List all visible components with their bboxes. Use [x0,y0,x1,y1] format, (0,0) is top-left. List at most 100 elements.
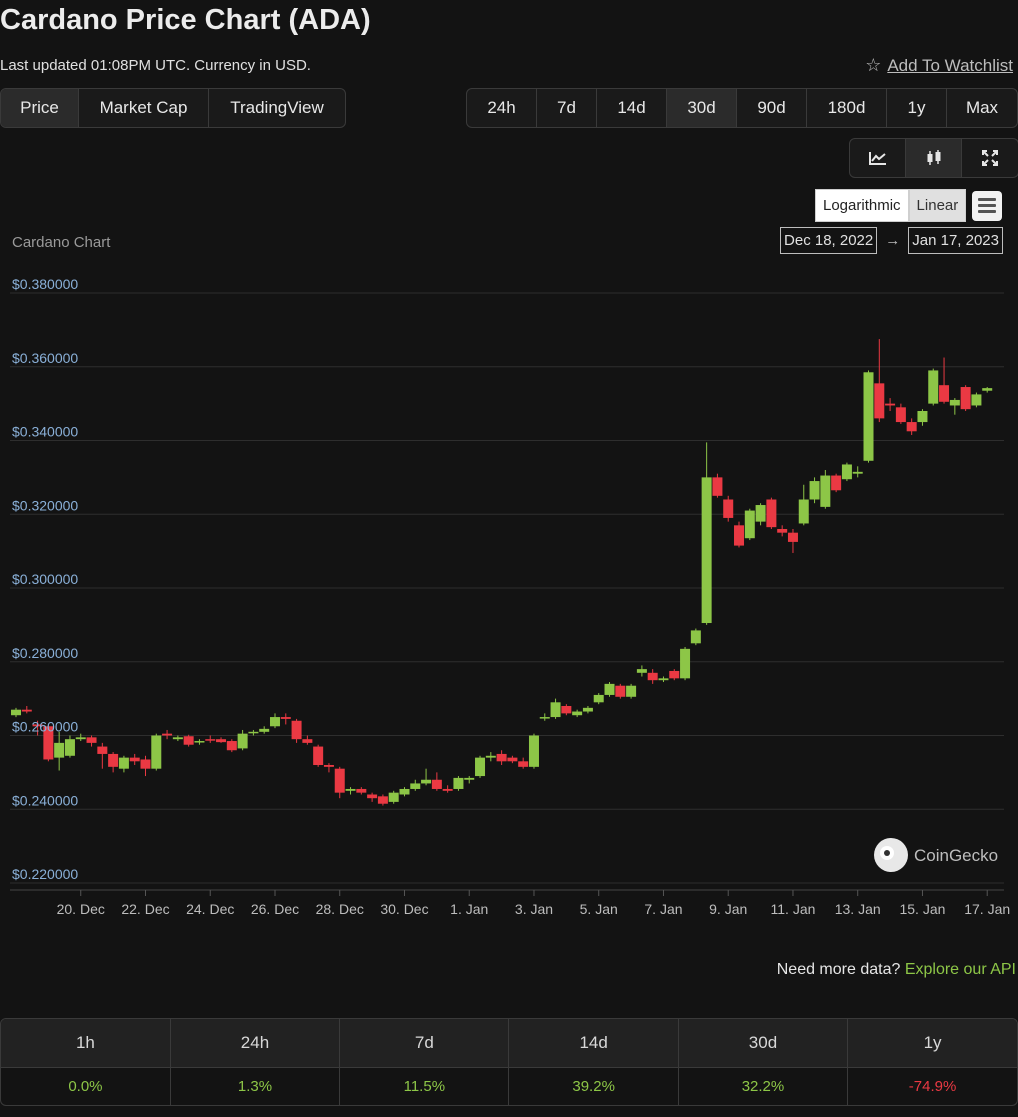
candle-body [345,788,356,791]
candle-body [442,788,453,791]
x-tick-label: 26. Dec [251,901,299,917]
range-7d[interactable]: 7d [537,89,597,127]
stat-header-1h: 1h [1,1019,171,1068]
x-tick-label: 13. Jan [835,901,881,917]
candle-body [939,385,950,402]
price-chart[interactable]: $0.380000 $0.360000 $0.340000 $0.320000 $0.3… [0,225,1018,925]
candle-body [582,707,593,712]
candle-body [194,741,205,743]
explore-api-link[interactable]: Explore our API [905,961,1016,978]
candle-body [615,685,626,697]
range-90d[interactable]: 90d [737,89,807,127]
candle-body [626,685,637,697]
add-to-watchlist-link[interactable]: ☆ Add To Watchlist [865,55,1013,76]
candle-body [216,739,227,743]
candle-body [129,757,140,762]
tab-tradingview[interactable]: TradingView [209,89,345,127]
candle-body [971,394,982,406]
candle-body [86,737,97,743]
x-tick-label: 5. Jan [580,901,618,917]
range-24h[interactable]: 24h [467,89,537,127]
tab-price[interactable]: Price [1,89,79,127]
candle-body [928,370,939,404]
page-title: Cardano Price Chart (ADA) [0,4,371,36]
x-tick-label: 1. Jan [450,901,488,917]
y-tick-label: $0.300000 [12,571,78,587]
candle-body [475,757,486,777]
candle-body [895,407,906,423]
candle-body [64,739,75,756]
stat-value-1h: 0.0% [1,1067,171,1105]
y-tick-label: $0.320000 [12,497,78,513]
candle-body [885,403,896,406]
candle-body [766,499,777,528]
fullscreen-button[interactable] [962,139,1018,177]
chart-menu-button[interactable] [972,190,1003,221]
candle-body [593,694,604,703]
candle-body [820,475,831,507]
candle-body [108,753,119,767]
candle-body [118,757,129,769]
x-tick-label: 7. Jan [644,901,682,917]
x-tick-label: 22. Dec [121,901,169,917]
range-max[interactable]: Max [947,89,1017,127]
candle-body [11,709,21,716]
scale-toggle: Logarithmic Linear [815,189,1003,222]
line-chart-button[interactable] [850,139,906,177]
candle-body [399,788,410,795]
chart-title: Cardano Chart [12,234,111,251]
candle-body [280,717,291,719]
line-chart-icon [868,152,886,165]
tab-market-cap[interactable]: Market Cap [79,89,209,127]
candle-body [162,733,173,736]
x-tick-label: 11. Jan [771,901,816,917]
candle-body [561,706,572,714]
stat-header-14d: 14d [508,1019,679,1068]
candle-body [712,477,723,496]
candle-body [334,768,345,793]
candle-body [647,672,658,681]
fullscreen-icon [982,150,998,166]
candle-body [377,796,388,804]
stat-value-14d: 39.2% [508,1067,679,1105]
candle-body [259,728,270,732]
x-tick-label: 3. Jan [515,901,553,917]
last-updated-text: Last updated 01:08PM UTC. Currency in US… [0,57,311,74]
y-tick-label: $0.380000 [12,276,78,292]
range-1y[interactable]: 1y [887,89,947,127]
star-icon: ☆ [865,55,882,75]
candle-body [507,757,518,762]
stat-header-7d: 7d [339,1019,510,1068]
candle-body [863,372,874,461]
candle-body [97,746,108,754]
candle-body [464,777,475,780]
logarithmic-button[interactable]: Logarithmic [815,189,909,222]
menu-icon-bar [978,210,997,213]
x-tick-label: 15. Jan [899,901,945,917]
linear-button[interactable]: Linear [908,189,967,222]
candle-body [572,711,583,716]
coingecko-logo-pupil [884,850,890,856]
candle-body [496,753,507,762]
candle-body [388,792,399,802]
candle-body [539,717,550,719]
candle-body [550,702,561,718]
stat-value-24h: 1.3% [170,1067,341,1105]
stat-value-7d: 11.5% [339,1067,510,1105]
candle-body [248,731,259,734]
candle-body [54,742,65,758]
range-14d[interactable]: 14d [597,89,667,127]
candle-body [949,399,960,406]
candle-body [183,736,194,745]
candle-body [690,630,701,644]
candle-body [226,741,237,751]
candle-body [960,387,971,410]
candlestick-button[interactable] [906,139,962,177]
candle-body [528,735,539,767]
range-180d[interactable]: 180d [807,89,887,127]
price-change-table: 1h 24h 7d 14d 30d 1y 0.0% 1.3% 11.5% 39.… [0,1018,1018,1106]
candlestick-icon [927,150,940,165]
candle-body [809,481,820,500]
range-30d[interactable]: 30d [667,89,737,127]
x-tick-label: 20. Dec [57,901,105,917]
